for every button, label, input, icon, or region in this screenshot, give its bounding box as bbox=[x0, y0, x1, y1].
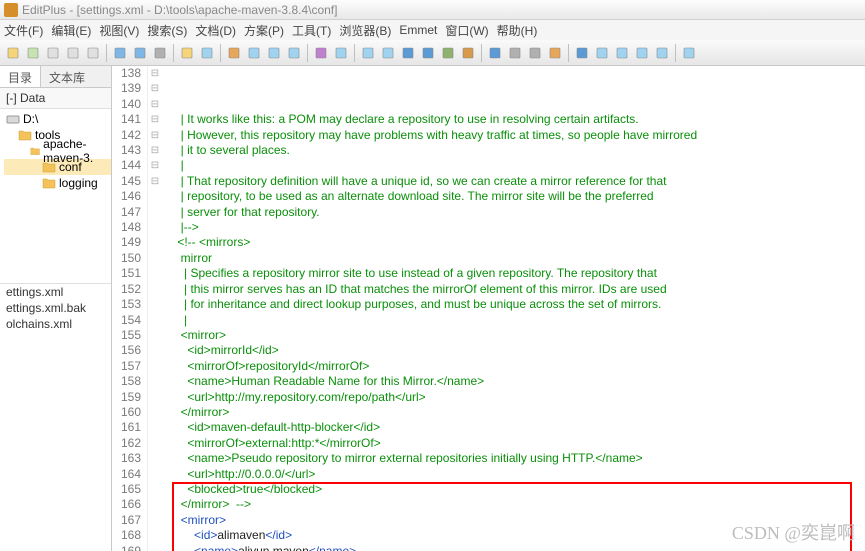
code-area[interactable]: | It works like this: a POM may declare … bbox=[162, 66, 865, 551]
menu-item[interactable]: 搜索(S) bbox=[147, 22, 187, 39]
file-item[interactable]: olchains.xml bbox=[0, 316, 111, 332]
menu-item[interactable]: 浏览器(B) bbox=[339, 22, 391, 39]
sidebar-drive-label[interactable]: [-] Data bbox=[0, 88, 111, 109]
folder-tree: D:\toolsapache-maven-3.conflogging bbox=[0, 109, 111, 193]
menu-item[interactable]: 文档(D) bbox=[195, 22, 236, 39]
tree-node[interactable]: apache-maven-3. bbox=[4, 143, 111, 159]
menu-item[interactable]: 视图(V) bbox=[99, 22, 139, 39]
toolbar-button[interactable] bbox=[111, 44, 129, 62]
toolbar-button[interactable] bbox=[285, 44, 303, 62]
toolbar-button[interactable] bbox=[84, 44, 102, 62]
sidebar: 目录 文本库 [-] Data D:\toolsapache-maven-3.c… bbox=[0, 66, 112, 551]
tab-cliptext[interactable]: 文本库 bbox=[41, 66, 93, 87]
window-title: EditPlus - [settings.xml - D:\tools\apac… bbox=[22, 3, 337, 17]
line-gutter: 1381391401411421431441451461471481491501… bbox=[112, 66, 148, 551]
toolbar bbox=[0, 40, 865, 66]
toolbar-button[interactable] bbox=[225, 44, 243, 62]
menu-item[interactable]: 工具(T) bbox=[292, 22, 331, 39]
toolbar-button[interactable] bbox=[613, 44, 631, 62]
toolbar-button[interactable] bbox=[526, 44, 544, 62]
title-bar: EditPlus - [settings.xml - D:\tools\apac… bbox=[0, 0, 865, 20]
tree-node[interactable]: D:\ bbox=[4, 111, 111, 127]
fold-column: ⊟⊟⊟⊟⊟⊟⊟⊟ bbox=[148, 66, 162, 551]
toolbar-button[interactable] bbox=[459, 44, 477, 62]
toolbar-button[interactable] bbox=[265, 44, 283, 62]
editor-pane: 1381391401411421431441451461471481491501… bbox=[112, 66, 865, 551]
toolbar-button[interactable] bbox=[653, 44, 671, 62]
toolbar-button[interactable] bbox=[198, 44, 216, 62]
toolbar-button[interactable] bbox=[399, 44, 417, 62]
toolbar-button[interactable] bbox=[593, 44, 611, 62]
toolbar-button[interactable] bbox=[332, 44, 350, 62]
file-item[interactable]: ettings.xml.bak bbox=[0, 300, 111, 316]
toolbar-button[interactable] bbox=[439, 44, 457, 62]
tab-directory[interactable]: 目录 bbox=[0, 66, 41, 87]
toolbar-button[interactable] bbox=[312, 44, 330, 62]
toolbar-button[interactable] bbox=[151, 44, 169, 62]
menu-item[interactable]: 编辑(E) bbox=[51, 22, 91, 39]
toolbar-button[interactable] bbox=[178, 44, 196, 62]
menu-item[interactable]: 方案(P) bbox=[244, 22, 284, 39]
menu-item[interactable]: 文件(F) bbox=[4, 22, 43, 39]
toolbar-button[interactable] bbox=[573, 44, 591, 62]
menu-item[interactable]: Emmet bbox=[399, 23, 437, 37]
toolbar-button[interactable] bbox=[245, 44, 263, 62]
menu-item[interactable]: 帮助(H) bbox=[497, 22, 538, 39]
menu-item[interactable]: 窗口(W) bbox=[445, 22, 488, 39]
toolbar-button[interactable] bbox=[680, 44, 698, 62]
toolbar-button[interactable] bbox=[633, 44, 651, 62]
toolbar-button[interactable] bbox=[131, 44, 149, 62]
toolbar-button[interactable] bbox=[379, 44, 397, 62]
toolbar-button[interactable] bbox=[419, 44, 437, 62]
file-item[interactable]: ettings.xml bbox=[0, 284, 111, 300]
toolbar-button[interactable] bbox=[44, 44, 62, 62]
menu-bar: 文件(F) 编辑(E) 视图(V) 搜索(S) 文档(D) 方案(P) 工具(T) 浏览器(B… bbox=[0, 20, 865, 40]
toolbar-button[interactable] bbox=[64, 44, 82, 62]
tree-node[interactable]: logging bbox=[4, 175, 111, 191]
toolbar-button[interactable] bbox=[486, 44, 504, 62]
sidebar-tabs: 目录 文本库 bbox=[0, 66, 111, 88]
toolbar-button[interactable] bbox=[546, 44, 564, 62]
app-icon bbox=[4, 3, 18, 17]
toolbar-button[interactable] bbox=[506, 44, 524, 62]
toolbar-button[interactable] bbox=[4, 44, 22, 62]
file-list: ettings.xmlettings.xml.bakolchains.xml bbox=[0, 283, 111, 332]
toolbar-button[interactable] bbox=[359, 44, 377, 62]
toolbar-button[interactable] bbox=[24, 44, 42, 62]
